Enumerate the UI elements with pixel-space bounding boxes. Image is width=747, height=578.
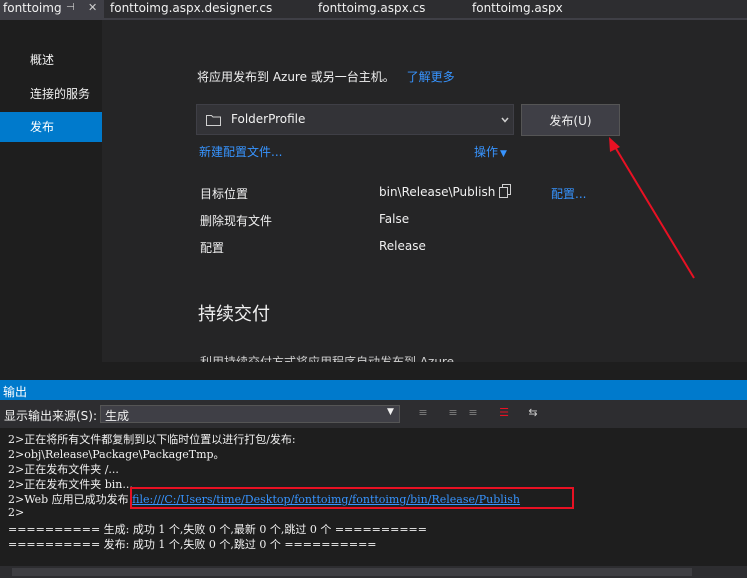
tab-label: fonttoimg.aspx [472, 1, 563, 15]
nav-item-label: 连接的服务 [30, 87, 91, 101]
output-title: 输出 [3, 385, 28, 399]
go-to-line-icon[interactable]: ≡ [416, 406, 430, 420]
source-label: 显示输出来源(S): [4, 409, 98, 423]
tab-fonttoimg[interactable]: fonttoimg ⊣ ✕ [0, 0, 104, 18]
output-text-area[interactable]: 2>正在将所有文件都复制到以下临时位置以进行打包/发布: 2>obj\Relea… [0, 428, 747, 566]
row-label-config: 配置 [200, 241, 225, 255]
document-tab-strip: fonttoimg ⊣ ✕ fonttoimg.aspx.designer.cs… [0, 0, 747, 18]
scrollbar-thumb[interactable] [12, 568, 692, 576]
row-value-config: Release [379, 239, 426, 253]
nav-item-overview[interactable]: 概述 [0, 45, 102, 75]
row-label-target: 目标位置 [200, 187, 249, 201]
nav-item-connected-services[interactable]: 连接的服务 [0, 79, 102, 109]
next-message-icon[interactable]: ≡ [466, 406, 480, 420]
configure-link[interactable]: 配置... [551, 185, 586, 202]
copy-icon[interactable] [498, 184, 512, 198]
folder-icon [206, 115, 221, 126]
close-icon[interactable]: ✕ [88, 0, 97, 16]
output-line: 2>obj\Release\Package\PackageTmp。 [8, 448, 225, 461]
success-prefix: 2>Web 应用已成功发布 [8, 493, 129, 506]
tab-label: fonttoimg.aspx.designer.cs [110, 1, 273, 15]
publish-intro: 将应用发布到 Azure 或另一台主机。 了解更多 [197, 68, 455, 85]
source-value: 生成 [105, 409, 130, 423]
output-line: 2>正在发布文件夹 bin... [8, 478, 133, 491]
tab-aspx[interactable]: fonttoimg.aspx [472, 0, 563, 18]
annotation-highlight-box [130, 487, 574, 509]
tab-designer-cs[interactable]: fonttoimg.aspx.designer.cs [110, 0, 272, 18]
output-summary-build: ========== 生成: 成功 1 个,失败 0 个,最新 0 个,跳过 0… [8, 523, 427, 536]
tab-aspx-cs[interactable]: fonttoimg.aspx.cs [318, 0, 425, 18]
output-panel-header: 输出 [0, 380, 747, 400]
chevron-down-icon: ▼ [387, 407, 394, 417]
nav-item-publish[interactable]: 发布 [0, 112, 102, 142]
pin-icon[interactable]: ⊣ [66, 0, 75, 16]
row-value-delete: False [379, 212, 410, 226]
intro-text: 将应用发布到 Azure 或另一台主机。 [197, 70, 395, 84]
left-nav: 概述 连接的服务 发布 [0, 20, 102, 370]
continuous-delivery-desc: 利用持续交付方式将应用程序自动发布到 Azure [200, 355, 454, 362]
triangle-down-icon: ▼ [500, 149, 507, 159]
actions-label: 操作 [474, 145, 499, 159]
output-source-dropdown[interactable]: 生成 ▼ [100, 405, 400, 423]
word-wrap-icon[interactable]: ⇆ [526, 406, 540, 420]
tab-label: fonttoimg.aspx.cs [318, 1, 426, 15]
profile-dropdown[interactable]: FolderProfile [196, 104, 514, 135]
continuous-delivery-title: 持续交付 [198, 304, 270, 325]
clear-all-icon[interactable]: ☰ [497, 406, 511, 420]
profile-value: FolderProfile [231, 112, 306, 126]
output-line: 2>正在将所有文件都复制到以下临时位置以进行打包/发布: [8, 433, 296, 446]
row-label-delete: 删除现有文件 [200, 214, 273, 228]
tab-label: fonttoimg [3, 1, 62, 15]
previous-message-icon[interactable]: ≡ [446, 406, 460, 420]
row-value-target: bin\Release\Publish [379, 185, 496, 199]
output-line: 2>正在发布文件夹 /... [8, 463, 119, 476]
output-line: 2> [8, 506, 25, 519]
new-profile-link[interactable]: 新建配置文件... [199, 143, 282, 160]
nav-item-label: 发布 [30, 120, 55, 134]
chevron-down-icon [501, 117, 509, 123]
nav-item-label: 概述 [30, 53, 55, 67]
horizontal-scrollbar[interactable] [0, 566, 747, 578]
actions-menu[interactable]: 操作 ▼ [474, 143, 507, 160]
output-toolbar: 显示输出来源(S): 生成 ▼ ≡ ≡ ≡ ☰ ⇆ [0, 400, 747, 428]
output-summary-publish: ========== 发布: 成功 1 个,失败 0 个,跳过 0 个 ====… [8, 538, 377, 551]
learn-more-link[interactable]: 了解更多 [407, 70, 455, 84]
annotation-arrow [609, 137, 695, 279]
